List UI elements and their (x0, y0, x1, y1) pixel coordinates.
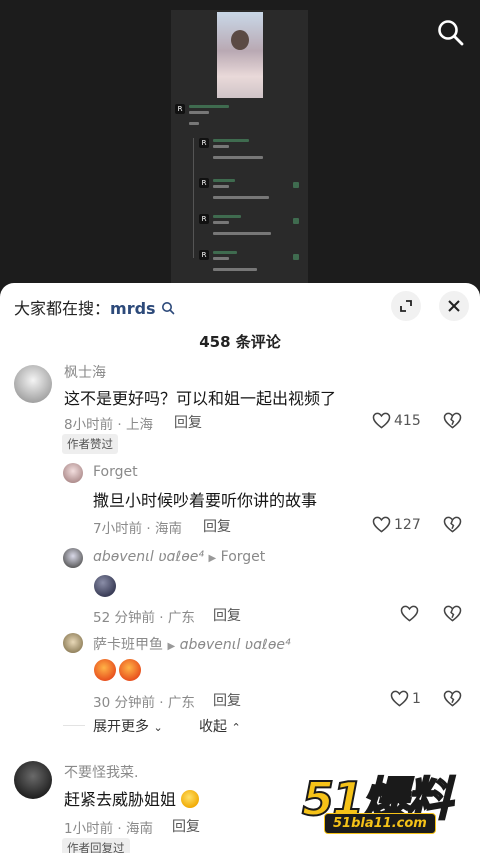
search-suggestion-prefix: 大家都在搜： (14, 299, 111, 318)
comment-item: Forget 撒旦小时候吵着要听你讲的故事 7小时前 · 海南 回复 127 (0, 461, 480, 541)
broken-heart-icon (443, 690, 462, 707)
search-button[interactable] (436, 18, 466, 48)
comment-username-text: ɑbѳvenιl ʋɑℓѳe⁴ (93, 549, 205, 565)
reply-button[interactable]: 回复 (203, 516, 231, 536)
comment-username[interactable]: 萨卡班甲鱼 ▶ ɑbѳvenιl ʋɑℓѳe⁴ (93, 634, 291, 654)
avatar[interactable] (63, 463, 83, 483)
collapse-button[interactable]: 收起 ⌃ (199, 716, 241, 736)
reply-button[interactable]: 回复 (172, 816, 200, 836)
comment-time-location: 1小时前 · 海南 (64, 821, 153, 837)
comment-text: 这不是更好吗？可以和姐一起出视频了 (64, 389, 337, 408)
emoji-sticker (94, 575, 116, 597)
like-count: 1 (412, 690, 421, 707)
like-button[interactable] (400, 605, 422, 622)
emoji (119, 659, 141, 681)
broken-heart-icon (443, 412, 462, 429)
chevron-down-icon: ⌄ (153, 721, 163, 734)
comment-time-location: 7小时前 · 海南 (93, 521, 182, 537)
embedded-screenshot: R R R R R (171, 10, 308, 290)
broken-heart-icon (443, 516, 462, 533)
heart-icon (390, 690, 409, 707)
avatar[interactable] (63, 548, 83, 568)
comment-username[interactable]: ɑbѳvenιl ʋɑℓѳe⁴ ▶ Forget (93, 549, 265, 565)
reply-button[interactable]: 回复 (174, 412, 202, 432)
search-icon (438, 20, 464, 46)
comment-text-content: 赶紧去威胁姐姐 (64, 790, 177, 809)
reply-to-username[interactable]: Forget (221, 549, 266, 565)
comment-text: 赶紧去威胁姐姐 (64, 786, 200, 810)
avatar[interactable] (14, 761, 52, 799)
comment-item: 萨卡班甲鱼 ▶ ɑbѳvenιl ʋɑℓѳe⁴ 30 分钟前 · 广东 回复 1 (0, 631, 480, 711)
watermark-logo: 51爆料 51bla11.com (301, 763, 468, 841)
author-replied-badge: 作者回复过 (62, 838, 130, 853)
avatar[interactable] (14, 365, 52, 403)
watermark-url: 51bla11.com (324, 813, 436, 834)
like-count: 127 (394, 516, 421, 533)
video-area[interactable]: R R R R R (0, 0, 480, 290)
heart-icon (372, 412, 391, 429)
comment-item: 枫士海 这不是更好吗？可以和姐一起出视频了 8小时前 · 上海 回复 415 作… (0, 361, 480, 454)
close-icon (448, 300, 460, 312)
chevron-up-icon: ⌃ (231, 721, 241, 734)
dislike-button[interactable] (443, 516, 462, 537)
reply-to-username[interactable]: ɑbѳvenιl ʋɑℓѳe⁴ (180, 637, 291, 653)
reply-button[interactable]: 回复 (213, 605, 241, 625)
triangle-right-icon: ▶ (208, 553, 217, 564)
close-button[interactable] (439, 291, 469, 321)
broken-heart-icon (443, 605, 462, 622)
emoji (181, 790, 200, 808)
comment-time-location: 8小时前 · 上海 (64, 417, 153, 433)
comment-time-location: 52 分钟前 · 广东 (93, 610, 195, 626)
search-suggestion-term: mrds (110, 299, 156, 318)
comment-text: 撒旦小时候吵着要听你讲的故事 (93, 491, 318, 510)
comment-username[interactable]: Forget (93, 464, 138, 480)
like-button[interactable]: 127 (372, 516, 421, 533)
collapse-label: 收起 (199, 719, 227, 735)
expand-button[interactable] (391, 291, 421, 321)
comment-username[interactable]: 不要怪我菜. (64, 762, 138, 782)
heart-icon (400, 605, 419, 622)
expand-more-button[interactable]: 展开更多 ⌄ (93, 716, 163, 736)
heart-icon (372, 516, 391, 533)
video-thumbnail (217, 12, 263, 98)
comment-time-location: 30 分钟前 · 广东 (93, 695, 195, 711)
search-suggestion[interactable]: 大家都在搜：mrds (14, 295, 175, 319)
like-button[interactable]: 1 (390, 690, 421, 707)
dislike-button[interactable] (443, 412, 462, 433)
like-count: 415 (394, 412, 421, 429)
expand-icon (400, 300, 412, 312)
comment-username[interactable]: 枫士海 (64, 362, 106, 382)
comment-item: ɑbѳvenιl ʋɑℓѳe⁴ ▶ Forget 52 分钟前 · 广东 回复 (0, 546, 480, 626)
dislike-button[interactable] (443, 690, 462, 711)
emoji (94, 659, 116, 681)
expand-more-label: 展开更多 (93, 719, 149, 735)
triangle-right-icon: ▶ (167, 641, 176, 652)
comment-username-text: 萨卡班甲鱼 (93, 637, 163, 653)
avatar[interactable] (63, 633, 83, 653)
dislike-button[interactable] (443, 605, 462, 626)
like-button[interactable]: 415 (372, 412, 421, 429)
search-icon (161, 302, 174, 315)
author-liked-badge: 作者赞过 (62, 434, 118, 454)
reply-button[interactable]: 回复 (213, 690, 241, 710)
thread-divider (63, 725, 85, 726)
comment-count-title: 458 条评论 (199, 333, 281, 351)
